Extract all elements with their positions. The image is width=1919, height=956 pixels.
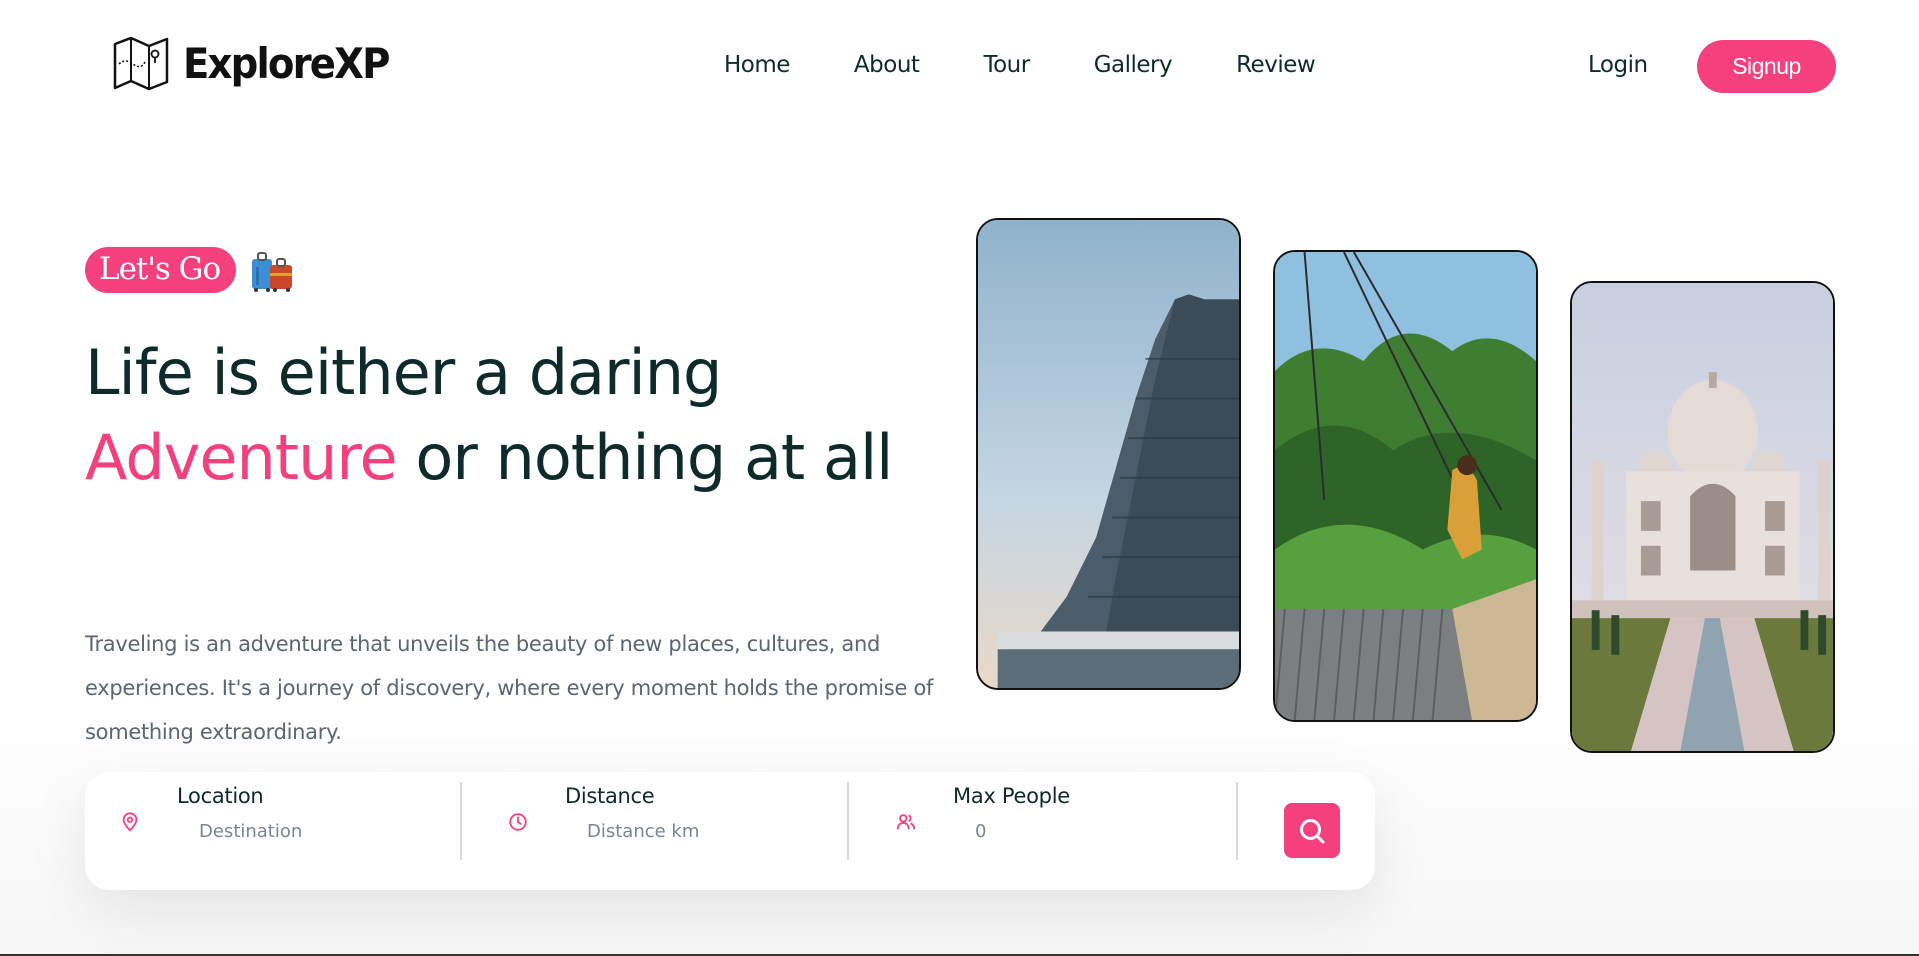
folded-map-icon: [113, 36, 169, 91]
hero-headline: Life is either a daring Adventure or not…: [85, 330, 945, 500]
search-icon: [1300, 818, 1325, 843]
main-nav: Home About Tour Gallery Review: [724, 52, 1379, 78]
search-button[interactable]: [1284, 803, 1340, 858]
distance-field: Distance: [473, 772, 848, 890]
location-label: Location: [177, 784, 264, 808]
field-divider: [1236, 782, 1238, 860]
hero-badge-row: Let's Go: [85, 247, 296, 293]
location-field: Location: [85, 772, 460, 890]
taj-mahal-image: [1570, 281, 1835, 753]
nav-item-tour[interactable]: Tour: [983, 52, 1030, 78]
nav-item-home[interactable]: Home: [724, 52, 790, 78]
nav-item-review[interactable]: Review: [1236, 52, 1316, 78]
lets-go-badge: Let's Go: [85, 247, 237, 293]
headline-part-2: or nothing at all: [396, 421, 893, 494]
location-input[interactable]: [177, 821, 437, 842]
field-divider: [847, 782, 849, 860]
headline-accent: Adventure: [85, 421, 398, 494]
login-link[interactable]: Login: [1588, 52, 1648, 78]
site-header: ExploreXP Home About Tour Gallery Review…: [0, 0, 1919, 135]
distance-input[interactable]: [565, 821, 825, 842]
max-people-label: Max People: [953, 784, 1070, 808]
headline-part-1: Life is either a daring: [85, 336, 722, 409]
distance-label: Distance: [565, 784, 655, 808]
jungle-swing-image: [1273, 250, 1538, 722]
users-icon: [896, 814, 916, 830]
nav-item-gallery[interactable]: Gallery: [1094, 52, 1173, 78]
temple-tower-image: [976, 218, 1241, 690]
nav-item-about[interactable]: About: [854, 52, 920, 78]
clock-icon: [509, 813, 527, 831]
field-divider: [460, 782, 462, 860]
max-people-field: Max People: [861, 772, 1236, 890]
logo[interactable]: ExploreXP: [111, 34, 406, 92]
map-pin-icon: [122, 812, 138, 832]
search-bar: Location Distance Max People: [85, 772, 1375, 890]
brand-name: ExploreXP: [183, 38, 390, 88]
suitcase-icon: [252, 252, 293, 292]
hero-description: Traveling is an adventure that unveils t…: [85, 632, 934, 744]
signup-button[interactable]: Signup: [1697, 40, 1836, 93]
max-people-input[interactable]: [953, 821, 1213, 842]
